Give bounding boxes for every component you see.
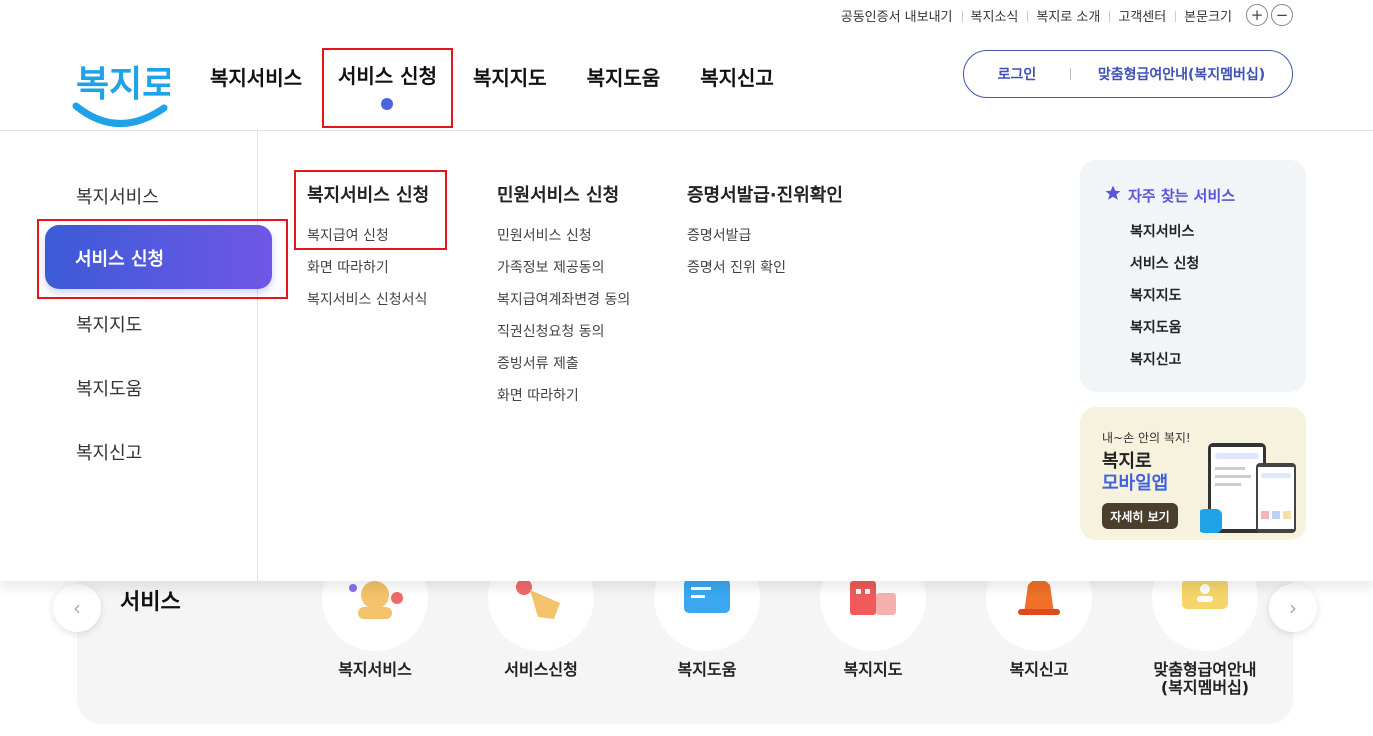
nav-item-welfare-report[interactable]: 복지신고 <box>680 52 794 102</box>
highlight-box <box>294 170 447 250</box>
app-detail-button[interactable]: 자세히 보기 <box>1102 503 1178 529</box>
nav-label: 복지도움 <box>586 66 661 90</box>
membership-button[interactable]: 맞춤형급여안내(복지멤버십) <box>1071 64 1292 84</box>
logo-text: 복지로 <box>76 64 170 105</box>
favorite-link[interactable]: 복지도움 <box>1130 317 1199 349</box>
menu-column-certificate: 증명서발급·진위확인 증명서발급 증명서 진위 확인 <box>687 181 843 289</box>
mega-menu: 복지서비스 서비스 신청 복지지도 복지도움 복지신고 복지서비스 신청 복지급… <box>0 131 1373 581</box>
section-title: 서비스 <box>120 590 181 615</box>
zoom-in-button[interactable]: + <box>1246 4 1268 26</box>
nav-label: 복지지도 <box>472 66 547 90</box>
menu-column-civil-apply: 민원서비스 신청 민원서비스 신청 가족정보 제공동의 복지급여계좌변경 동의 … <box>497 181 630 417</box>
favorite-link[interactable]: 서비스 신청 <box>1130 253 1199 285</box>
nav-label: 서비스 신청 <box>338 64 437 88</box>
font-size-label: 본문크기 <box>1175 6 1243 25</box>
service-label: 복지도움 <box>677 660 737 679</box>
menu-link[interactable]: 복지서비스 신청서식 <box>307 289 429 321</box>
menu-link[interactable]: 민원서비스 신청 <box>497 225 630 257</box>
star-icon <box>1104 184 1122 206</box>
column-title[interactable]: 증명서발급·진위확인 <box>687 181 843 207</box>
side-item-welfare-help[interactable]: 복지도움 <box>76 375 142 401</box>
service-label: 복지신고 <box>1009 660 1069 679</box>
active-dot-indicator <box>381 98 394 110</box>
mega-side-menu: 복지서비스 서비스 신청 복지지도 복지도움 복지신고 <box>0 131 272 581</box>
util-link-news[interactable]: 복지소식 <box>961 6 1028 25</box>
utility-bar: 공동인증서 내보내기 복지소식 복지로 소개 고객센터 본문크기 + − <box>832 4 1293 26</box>
favorite-link[interactable]: 복지신고 <box>1130 349 1199 381</box>
login-button[interactable]: 로그인 <box>964 64 1070 84</box>
menu-link[interactable]: 증빙서류 제출 <box>497 353 630 385</box>
carousel-prev-button[interactable]: ‹ <box>53 584 101 632</box>
app-banner-title-highlight: 모바일앱 <box>1102 473 1169 494</box>
util-link-about[interactable]: 복지로 소개 <box>1027 6 1109 25</box>
menu-link[interactable]: 화면 따라하기 <box>497 385 630 417</box>
favorite-link[interactable]: 복지지도 <box>1130 285 1199 317</box>
zoom-out-button[interactable]: − <box>1271 4 1293 26</box>
nav-item-service-apply[interactable]: 서비스 신청 <box>322 48 453 128</box>
nav-item-welfare-service[interactable]: 복지서비스 <box>190 52 322 102</box>
side-item-welfare-report[interactable]: 복지신고 <box>76 439 142 465</box>
menu-link[interactable]: 화면 따라하기 <box>307 257 429 289</box>
favorites-title: 자주 찾는 서비스 <box>1128 186 1236 205</box>
nav-label: 복지서비스 <box>210 66 302 90</box>
logo-mark: 복지로 <box>72 64 175 127</box>
carousel-next-button[interactable]: › <box>1269 584 1317 632</box>
column-title[interactable]: 민원서비스 신청 <box>497 181 630 207</box>
service-label: 복지지도 <box>843 660 903 679</box>
account-box: 로그인 맞춤형급여안내(복지멤버십) <box>963 50 1293 98</box>
service-label: 맞춤형급여안내 (복지멤버십) <box>1153 660 1257 697</box>
main-nav: 복지서비스 서비스 신청 복지지도 복지도움 복지신고 <box>190 48 794 128</box>
service-label: 서비스신청 <box>504 660 578 679</box>
favorite-link[interactable]: 복지서비스 <box>1130 221 1199 253</box>
phone-mockup-image <box>1200 443 1296 533</box>
favorites-list: 복지서비스 서비스 신청 복지지도 복지도움 복지신고 <box>1130 221 1199 381</box>
app-banner-subtitle: 내~손 안의 복지! <box>1102 431 1191 445</box>
favorites-heading: 자주 찾는 서비스 <box>1104 184 1235 206</box>
highlight-box <box>37 219 288 299</box>
menu-link[interactable]: 복지급여계좌변경 동의 <box>497 289 630 321</box>
util-link-cert-export[interactable]: 공동인증서 내보내기 <box>832 6 962 25</box>
menu-link[interactable]: 증명서 진위 확인 <box>687 257 843 289</box>
menu-link[interactable]: 증명서발급 <box>687 225 843 257</box>
side-item-welfare-service[interactable]: 복지서비스 <box>76 183 159 209</box>
nav-item-welfare-help[interactable]: 복지도움 <box>567 52 681 102</box>
site-logo[interactable]: 복지로 <box>70 44 175 134</box>
nav-label: 복지신고 <box>700 66 774 90</box>
side-item-welfare-map[interactable]: 복지지도 <box>76 311 142 337</box>
util-link-support[interactable]: 고객센터 <box>1109 6 1175 25</box>
nav-item-welfare-map[interactable]: 복지지도 <box>453 52 567 102</box>
mobile-app-banner: 내~손 안의 복지! 복지로 모바일앱 자세히 보기 <box>1080 407 1306 540</box>
favorites-panel: 자주 찾는 서비스 복지서비스 서비스 신청 복지지도 복지도움 복지신고 <box>1080 160 1306 392</box>
service-label: 복지서비스 <box>338 660 412 679</box>
menu-link[interactable]: 직권신청요청 동의 <box>497 321 630 353</box>
menu-link[interactable]: 가족정보 제공동의 <box>497 257 630 289</box>
